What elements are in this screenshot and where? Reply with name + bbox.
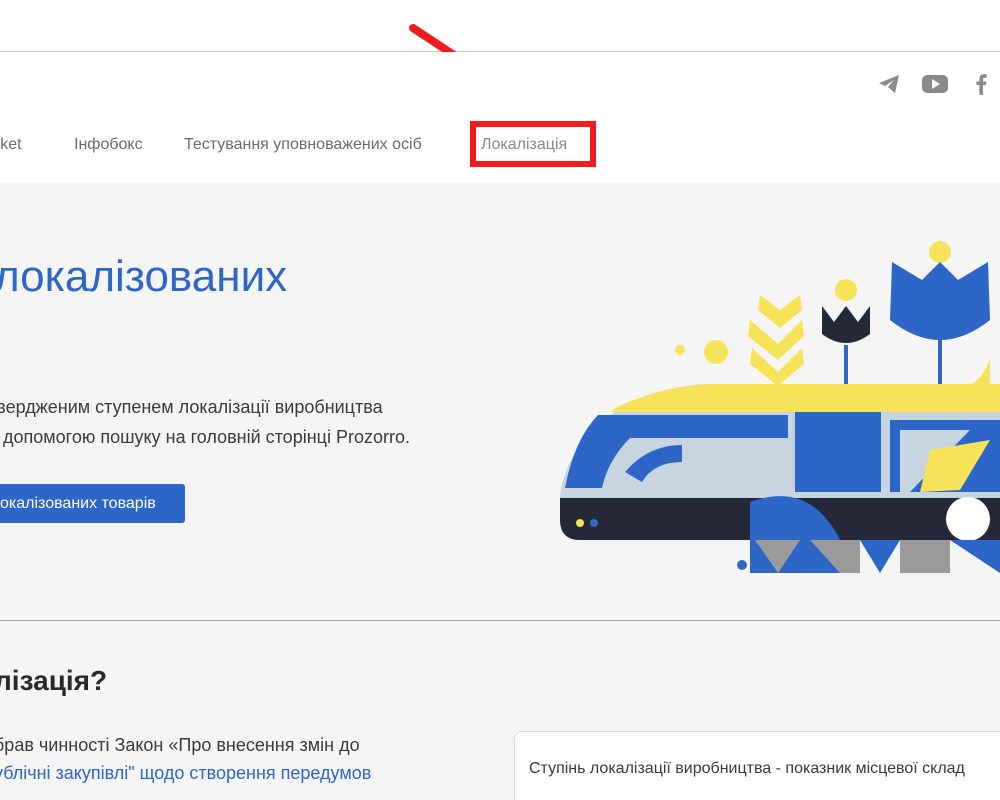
social-links <box>876 72 994 96</box>
train-illustration <box>560 241 1000 573</box>
annotation-highlight-box <box>470 121 596 167</box>
section-description: брав чинності Закон «Про внесення змін д… <box>0 731 371 787</box>
hero-description-line: а допомогою пошуку на головній сторінці … <box>0 427 410 447</box>
hero-section: локалізованих твердженим ступенем локалі… <box>0 183 1000 621</box>
telegram-icon[interactable] <box>876 72 902 96</box>
info-card-text: Ступінь локалізації виробництва - показн… <box>529 760 965 777</box>
law-link[interactable]: ублічні закупівлі" щодо створення переду… <box>0 759 371 787</box>
nav-item-testing[interactable]: Тестування уповноважених осіб <box>184 136 422 154</box>
nav-item-infobox[interactable]: Інфобокс <box>74 136 143 154</box>
info-card: Ступінь локалізації виробництва - показн… <box>514 731 1000 800</box>
about-localization-section: лізація? брав чинності Закон «Про внесен… <box>0 621 1000 800</box>
section-description-line: брав чинності Закон «Про внесення змін д… <box>0 735 360 755</box>
hero-description: твердженим ступенем локалізації виробниц… <box>0 392 410 452</box>
nav-item-market[interactable]: arket <box>0 136 22 154</box>
youtube-icon[interactable] <box>922 72 948 96</box>
facebook-icon[interactable] <box>968 72 994 96</box>
hero-description-line: твердженим ступенем локалізації виробниц… <box>0 397 383 417</box>
section-title: лізація? <box>0 665 108 696</box>
localized-goods-button[interactable]: окалізованих товарів <box>0 484 185 523</box>
hero-title: локалізованих <box>0 252 288 301</box>
